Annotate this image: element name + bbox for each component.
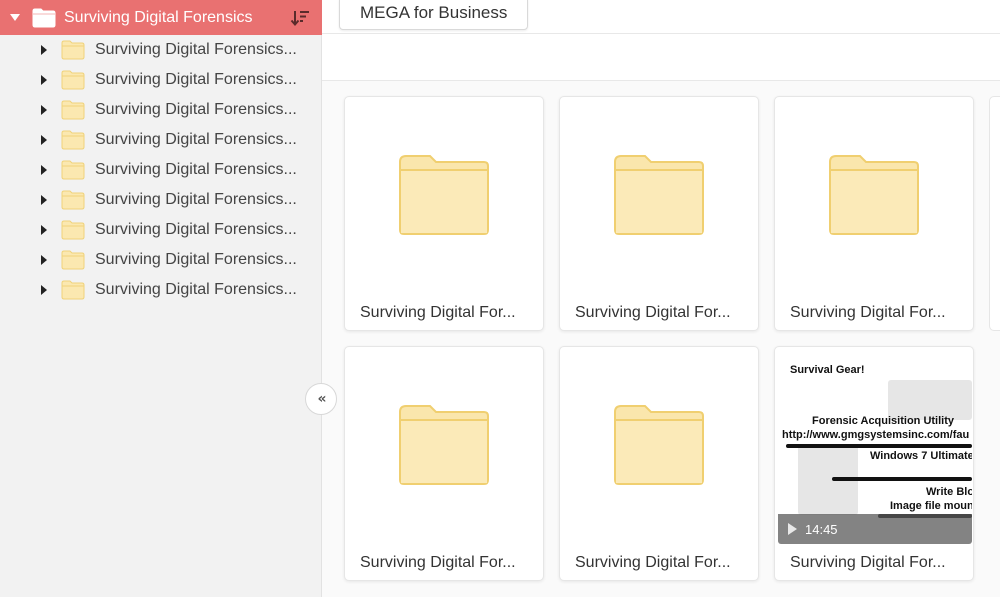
- slide-text: Image file moun: [890, 500, 972, 512]
- caret-right-icon[interactable]: [41, 285, 47, 295]
- folder-icon: [61, 220, 85, 240]
- play-icon[interactable]: [788, 523, 797, 535]
- sidebar-item[interactable]: Surviving Digital Forensics...: [0, 155, 322, 185]
- slide-text: http://www.gmgsystemsinc.com/fau: [782, 429, 970, 441]
- caret-right-icon[interactable]: [41, 225, 47, 235]
- sidebar-item[interactable]: Surviving Digital Forensics...: [0, 275, 322, 305]
- card-name: Surviving Digital For...: [575, 554, 731, 571]
- folder-icon: [61, 250, 85, 270]
- folder-icon: [61, 70, 85, 90]
- card-name: Surviving Digital For...: [790, 554, 946, 571]
- folder-icon: [61, 190, 85, 210]
- sidebar-folder-list: Surviving Digital Forensics... Surviving…: [0, 35, 322, 305]
- sidebar-item-label: Surviving Digital Forensics...: [95, 41, 297, 58]
- sidebar-root-folder[interactable]: Surviving Digital Forensics: [0, 0, 322, 35]
- sidebar-tree: Surviving Digital Forensics Surviving Di…: [0, 0, 322, 597]
- slide-text: Forensic Acquisition Utility: [812, 415, 954, 427]
- folder-card[interactable]: Surviving Digital For...: [559, 96, 759, 331]
- file-grid: Surviving Digital For... Surviving Digit…: [322, 81, 1000, 597]
- top-toolbar: MEGA for Business: [322, 0, 1000, 34]
- folder-icon: [345, 97, 543, 292]
- video-thumbnail: Survival Gear! Forensic Acquisition Util…: [778, 350, 972, 544]
- folder-icon: [560, 347, 758, 542]
- slide-image: [888, 380, 972, 420]
- caret-right-icon[interactable]: [41, 105, 47, 115]
- sidebar-item[interactable]: Surviving Digital Forensics...: [0, 65, 322, 95]
- card-name: Surviving Digital For...: [790, 304, 946, 321]
- sidebar-item-label: Surviving Digital Forensics...: [95, 71, 297, 88]
- folder-icon: [61, 280, 85, 300]
- sidebar-item[interactable]: Surviving Digital Forensics...: [0, 35, 322, 65]
- sidebar-item-label: Surviving Digital Forensics...: [95, 101, 297, 118]
- slide-text: Windows 7 Ultimate: [870, 450, 972, 462]
- sidebar-item[interactable]: Surviving Digital Forensics...: [0, 245, 322, 275]
- video-card[interactable]: Survival Gear! Forensic Acquisition Util…: [774, 346, 974, 581]
- folder-icon: [345, 347, 543, 542]
- caret-right-icon[interactable]: [41, 135, 47, 145]
- video-duration-bar: 14:45: [778, 514, 972, 544]
- folder-icon: [61, 40, 85, 60]
- folder-icon: [61, 130, 85, 150]
- caret-right-icon[interactable]: [41, 195, 47, 205]
- sidebar-item-label: Surviving Digital Forensics...: [95, 161, 297, 178]
- folder-icon: [61, 160, 85, 180]
- card-name: Surviving Digital For...: [360, 554, 516, 571]
- mega-for-business-button[interactable]: MEGA for Business: [339, 0, 529, 30]
- caret-right-icon[interactable]: [41, 255, 47, 265]
- folder-card[interactable]: Surviving Digital For...: [344, 346, 544, 581]
- sort-descending-icon[interactable]: [290, 9, 310, 27]
- slide-title: Survival Gear!: [790, 364, 865, 376]
- caret-right-icon[interactable]: [41, 75, 47, 85]
- breadcrumb-bar: [322, 35, 1000, 81]
- sidebar-item[interactable]: Surviving Digital Forensics...: [0, 215, 322, 245]
- slide-underline: [786, 444, 972, 448]
- card-name: Surviving Digital For...: [575, 304, 731, 321]
- folder-icon: [61, 100, 85, 120]
- video-duration: 14:45: [805, 521, 838, 537]
- sidebar-item[interactable]: Surviving Digital Forensics...: [0, 185, 322, 215]
- sidebar-root-label: Surviving Digital Forensics: [64, 8, 253, 26]
- sidebar-item-label: Surviving Digital Forensics...: [95, 281, 297, 298]
- caret-right-icon[interactable]: [41, 45, 47, 55]
- sidebar-item[interactable]: Surviving Digital Forensics...: [0, 125, 322, 155]
- folder-card[interactable]: Surviving Digital For...: [774, 96, 974, 331]
- slide-text: Write Blo: [926, 486, 972, 498]
- sidebar-item-label: Surviving Digital Forensics...: [95, 131, 297, 148]
- folder-icon: [560, 97, 758, 292]
- partial-card[interactable]: [989, 96, 1000, 331]
- folder-card[interactable]: Surviving Digital For...: [344, 96, 544, 331]
- sidebar-item-label: Surviving Digital Forensics...: [95, 191, 297, 208]
- caret-down-icon[interactable]: [10, 14, 20, 21]
- collapse-sidebar-button[interactable]: «: [305, 383, 337, 415]
- folder-icon: [32, 8, 56, 28]
- folder-icon: [775, 97, 973, 292]
- sidebar-item-label: Surviving Digital Forensics...: [95, 251, 297, 268]
- card-name: Surviving Digital For...: [360, 304, 516, 321]
- folder-card[interactable]: Surviving Digital For...: [559, 346, 759, 581]
- sidebar-item[interactable]: Surviving Digital Forensics...: [0, 95, 322, 125]
- file-manager: Surviving Digital Forensics Surviving Di…: [0, 0, 1000, 597]
- slide-underline: [832, 477, 972, 481]
- caret-right-icon[interactable]: [41, 165, 47, 175]
- sidebar-item-label: Surviving Digital Forensics...: [95, 221, 297, 238]
